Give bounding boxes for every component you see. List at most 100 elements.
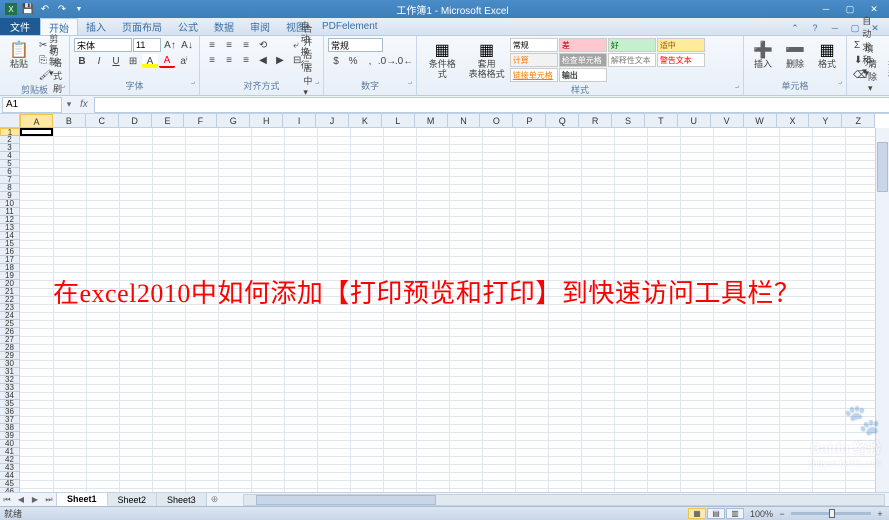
table-format-button[interactable]: ▦ 套用 表格格式 [465,38,507,82]
style-item[interactable]: 常规 [510,38,558,52]
column-header[interactable]: M [415,114,448,128]
align-right-icon[interactable]: ≡ [238,53,254,67]
format-painter-button[interactable]: 🖌格式刷 [36,68,65,82]
tab-pdfelement[interactable]: PDFelement [314,18,386,35]
row-header[interactable]: 46 [0,488,20,492]
column-header[interactable]: P [513,114,546,128]
bold-icon[interactable]: B [74,54,90,68]
increase-font-icon[interactable]: A↑ [162,38,178,52]
column-header[interactable]: Z [842,114,875,128]
active-cell[interactable] [20,128,53,136]
conditional-format-button[interactable]: ▦ 条件格式 [421,38,463,82]
style-item[interactable]: 警告文本 [657,53,705,67]
column-header[interactable]: O [480,114,513,128]
style-item[interactable]: 检查单元格 [559,53,607,67]
cell-style-gallery[interactable]: 常规差好适中计算检查单元格解释性文本警告文本链接单元格输出 [510,38,739,82]
column-header[interactable]: K [349,114,382,128]
style-item[interactable]: 解释性文本 [608,53,656,67]
column-header[interactable]: L [382,114,415,128]
column-header[interactable]: D [119,114,152,128]
underline-icon[interactable]: U [108,54,124,68]
format-cells-button[interactable]: ▦ 格式 [812,38,842,72]
file-tab[interactable]: 文件 [0,18,40,35]
vertical-scrollbar[interactable] [875,128,889,492]
style-item[interactable]: 适中 [657,38,705,52]
decrease-indent-icon[interactable]: ◀ [255,53,271,67]
fx-button[interactable]: fx [74,99,94,110]
increase-decimal-icon[interactable]: .0→ [379,54,395,68]
tab-page-layout[interactable]: 页面布局 [114,18,170,35]
decrease-decimal-icon[interactable]: .0← [396,54,412,68]
comma-icon[interactable]: , [362,54,378,68]
merge-center-button[interactable]: ⊟合并后居中 ▾ [290,53,319,67]
zoom-level[interactable]: 100% [750,509,773,519]
orientation-icon[interactable]: ⟲ [255,38,271,52]
font-name-select[interactable] [74,38,132,52]
tab-formulas[interactable]: 公式 [170,18,206,35]
column-header[interactable]: Y [809,114,842,128]
clear-button[interactable]: ⌫清除 ▾ [851,68,880,82]
column-header[interactable]: H [250,114,283,128]
italic-icon[interactable]: I [91,54,107,68]
column-header[interactable]: C [86,114,119,128]
percent-icon[interactable]: % [345,54,361,68]
column-header[interactable]: N [448,114,481,128]
redo-icon[interactable]: ↷ [55,2,69,16]
fill-color-icon[interactable]: A [142,54,158,68]
style-item[interactable]: 差 [559,38,607,52]
excel-icon[interactable]: X [4,2,18,16]
undo-icon[interactable]: ↶ [38,2,52,16]
zoom-out-icon[interactable]: − [777,509,787,519]
tab-data[interactable]: 数据 [206,18,242,35]
minimize-ribbon-icon[interactable]: ⌃ [787,21,803,35]
column-header[interactable]: A [20,114,53,128]
column-header[interactable]: B [53,114,86,128]
column-header[interactable]: I [283,114,316,128]
align-center-icon[interactable]: ≡ [221,53,237,67]
paste-button[interactable]: 📋 粘贴 [4,38,34,72]
phonetic-icon[interactable]: aⁱ [176,54,192,68]
align-middle-icon[interactable]: ≡ [221,38,237,52]
save-icon[interactable]: 💾 [21,2,35,16]
maximize-button[interactable]: ▢ [839,2,861,16]
page-break-view-icon[interactable]: ▥ [726,508,744,519]
font-size-select[interactable] [133,38,161,52]
name-box[interactable]: A1 [2,97,62,113]
style-item[interactable]: 链接单元格 [510,68,558,82]
cells-area[interactable]: 在excel2010中如何添加【打印预览和打印】到快速访问工具栏？ [20,128,875,492]
column-header[interactable]: U [678,114,711,128]
number-format-select[interactable] [328,38,383,52]
align-top-icon[interactable]: ≡ [204,38,220,52]
style-item[interactable]: 好 [608,38,656,52]
column-header[interactable]: V [711,114,744,128]
column-header[interactable]: Q [546,114,579,128]
align-left-icon[interactable]: ≡ [204,53,220,67]
minimize-button[interactable]: ─ [815,2,837,16]
sort-filter-button[interactable]: ⇅ 排序和筛选 [882,38,889,92]
normal-view-icon[interactable]: ▦ [688,508,706,519]
spreadsheet-grid[interactable]: ABCDEFGHIJKLMNOPQRSTUVWXYZ 1234567891011… [0,114,889,492]
page-layout-view-icon[interactable]: ▤ [707,508,725,519]
column-header[interactable]: W [744,114,777,128]
column-header[interactable]: T [645,114,678,128]
increase-indent-icon[interactable]: ▶ [272,53,288,67]
align-bottom-icon[interactable]: ≡ [238,38,254,52]
column-header[interactable]: E [152,114,185,128]
zoom-slider[interactable] [791,512,871,515]
currency-icon[interactable]: $ [328,54,344,68]
style-item[interactable]: 输出 [559,68,607,82]
doc-minimize-icon[interactable]: ─ [827,21,843,35]
insert-cells-button[interactable]: ➕ 插入 [748,38,778,72]
doc-restore-icon[interactable]: ▢ [847,21,863,35]
font-color-icon[interactable]: A [159,54,175,68]
style-item[interactable]: 计算 [510,53,558,67]
zoom-thumb[interactable] [829,509,835,518]
column-header[interactable]: X [777,114,810,128]
delete-cells-button[interactable]: ➖ 删除 [780,38,810,72]
name-box-dropdown-icon[interactable]: ▾ [64,99,74,110]
formula-input[interactable] [94,97,889,113]
select-all-corner[interactable] [0,114,20,128]
help-icon[interactable]: ? [807,21,823,35]
border-icon[interactable]: ⊞ [125,54,141,68]
column-header[interactable]: R [579,114,612,128]
